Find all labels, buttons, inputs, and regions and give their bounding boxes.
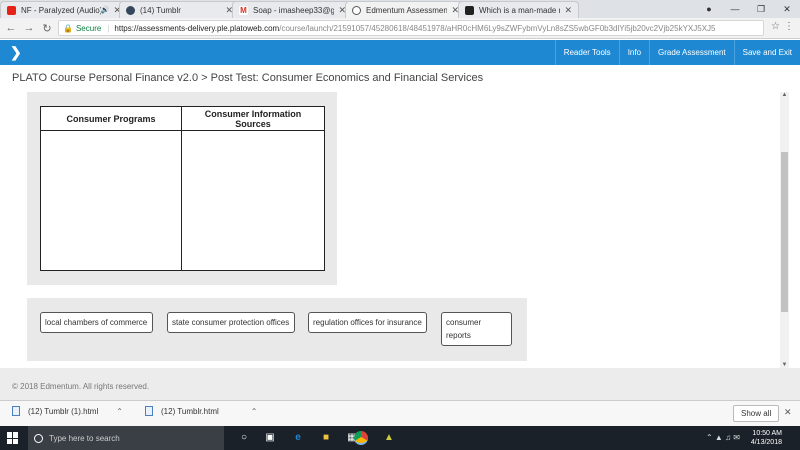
scroll-up-icon[interactable]: ▲ [780, 92, 789, 98]
gmail-icon: M [239, 5, 248, 15]
system-tray-icons[interactable]: ⌃ ▲ ♫ ✉ [706, 433, 740, 442]
task-view-icon[interactable]: ▣ [264, 432, 276, 444]
scroll-thumb[interactable] [781, 152, 788, 312]
draggable-option[interactable]: consumer reports [441, 312, 512, 346]
tab-title: Soap - imasheep33@gm [253, 5, 335, 15]
browser-tab-youtube[interactable]: NF - Paralyzed (Audio) 🔊 ✕ [0, 1, 128, 18]
close-window-icon[interactable]: ✕ [774, 4, 800, 15]
show-all-button[interactable]: Show all [733, 405, 780, 422]
tab-title: Which is a man-made re [479, 5, 561, 15]
html-file-icon [12, 406, 20, 416]
download-item[interactable]: (12) Tumblr (1).html ⌃ [12, 406, 123, 416]
draggable-option[interactable]: local chambers of commerce [40, 312, 153, 333]
page-footer: © 2018 Edmentum. All rights reserved. [0, 368, 800, 400]
window-controls: ● — ❐ ✕ [696, 0, 800, 18]
address-bar[interactable]: 🔒 Secure | https://assessments-delivery.… [58, 20, 764, 36]
browser-tab-brainly[interactable]: Which is a man-made re ✕ [458, 1, 579, 18]
system-clock[interactable]: 10:50 AM 4/13/2018 [751, 429, 782, 447]
search-placeholder: Type here to search [49, 433, 120, 443]
paint-icon[interactable]: ▲ [383, 432, 395, 444]
download-item[interactable]: (12) Tumblr.html ⌃ [145, 406, 258, 416]
bookmark-star-icon[interactable]: ☆ [771, 21, 780, 32]
chevron-right-icon[interactable]: ❯ [10, 44, 22, 61]
reload-icon[interactable]: ↻ [40, 22, 54, 35]
download-filename: (12) Tumblr (1).html [28, 406, 99, 416]
chrome-icon[interactable] [354, 431, 368, 445]
content-scrollbar[interactable]: ▲ ▼ [780, 92, 789, 368]
lock-icon: 🔒 [63, 23, 73, 33]
minimize-icon[interactable]: — [722, 4, 748, 14]
back-icon[interactable]: ← [4, 22, 18, 34]
grade-assessment-button[interactable]: Grade Assessment [649, 40, 734, 65]
edmentum-icon [352, 5, 361, 15]
file-explorer-icon[interactable]: ■ [320, 432, 332, 444]
column-consumer-programs[interactable]: Consumer Programs [41, 107, 182, 270]
browser-menu-icon[interactable]: ⋮ [784, 21, 794, 32]
info-button[interactable]: Info [618, 40, 649, 65]
restore-icon[interactable]: ❐ [748, 4, 774, 15]
copyright-text: © 2018 Edmentum. All rights reserved. [12, 382, 150, 391]
html-file-icon [145, 406, 153, 416]
chevron-up-icon[interactable]: ⌃ [251, 407, 258, 416]
browser-tab-edmentum[interactable]: Edmentum Assessments ✕ [345, 1, 466, 18]
cortana-icon [34, 433, 43, 443]
clock-time: 10:50 AM [752, 430, 782, 437]
tab-title: Edmentum Assessments [366, 5, 448, 15]
windows-start-icon[interactable] [7, 432, 19, 444]
app-nav: Reader Tools Info Grade Assessment Save … [554, 40, 800, 65]
column-header: Consumer Information Sources [182, 107, 324, 131]
answer-options-area: local chambers of commerce state consume… [27, 298, 527, 361]
column-consumer-information-sources[interactable]: Consumer Information Sources [182, 107, 324, 270]
youtube-icon [7, 5, 16, 15]
download-filename: (12) Tumblr.html [161, 406, 219, 416]
browser-tab-gmail[interactable]: M Soap - imasheep33@gm ✕ [232, 1, 353, 18]
url-path: /course/launch/21591057/45280618/4845197… [279, 23, 716, 33]
browser-tab-tumblr[interactable]: (14) Tumblr ✕ [119, 1, 240, 18]
audio-icon: 🔊 [100, 7, 110, 14]
clock-date: 4/13/2018 [750, 439, 782, 446]
tab-close-icon[interactable]: ✕ [564, 5, 572, 16]
tumblr-icon [126, 5, 135, 15]
browser-tab-strip: NF - Paralyzed (Audio) 🔊 ✕ (14) Tumblr ✕… [0, 0, 800, 18]
column-header: Consumer Programs [41, 107, 181, 131]
mic-icon[interactable]: ○ [238, 432, 250, 444]
tab-title: NF - Paralyzed (Audio) [21, 5, 101, 15]
secure-label: Secure [75, 23, 102, 33]
draggable-option[interactable]: regulation offices for insurance [308, 312, 427, 333]
close-downloads-icon[interactable]: ✕ [784, 407, 792, 418]
category-table: Consumer Programs Consumer Information S… [40, 106, 325, 271]
downloads-bar: (12) Tumblr (1).html ⌃ (12) Tumblr.html … [0, 400, 800, 426]
taskbar-search[interactable]: Type here to search [28, 426, 224, 450]
app-header: ❯ Reader Tools Info Grade Assessment Sav… [0, 40, 800, 65]
chevron-up-icon[interactable]: ⌃ [116, 407, 123, 416]
brainly-icon [465, 5, 474, 15]
tab-title: (14) Tumblr [140, 5, 181, 15]
question-content: Consumer Programs Consumer Information S… [0, 92, 800, 368]
save-and-exit-button[interactable]: Save and Exit [733, 40, 800, 65]
profile-icon[interactable]: ● [696, 4, 722, 14]
reader-tools-button[interactable]: Reader Tools [554, 40, 619, 65]
edge-icon[interactable]: e [292, 432, 304, 444]
forward-icon[interactable]: → [22, 22, 36, 34]
course-title: PLATO Course Personal Finance v2.0 > Pos… [12, 72, 484, 84]
url-host: https://assessments-delivery.ple.platowe… [114, 23, 280, 33]
windows-taskbar: Type here to search ○ ▣ e ■ ▦ ▲ ⌃ ▲ ♫ ✉ … [0, 426, 800, 450]
draggable-option[interactable]: state consumer protection offices [167, 312, 295, 333]
